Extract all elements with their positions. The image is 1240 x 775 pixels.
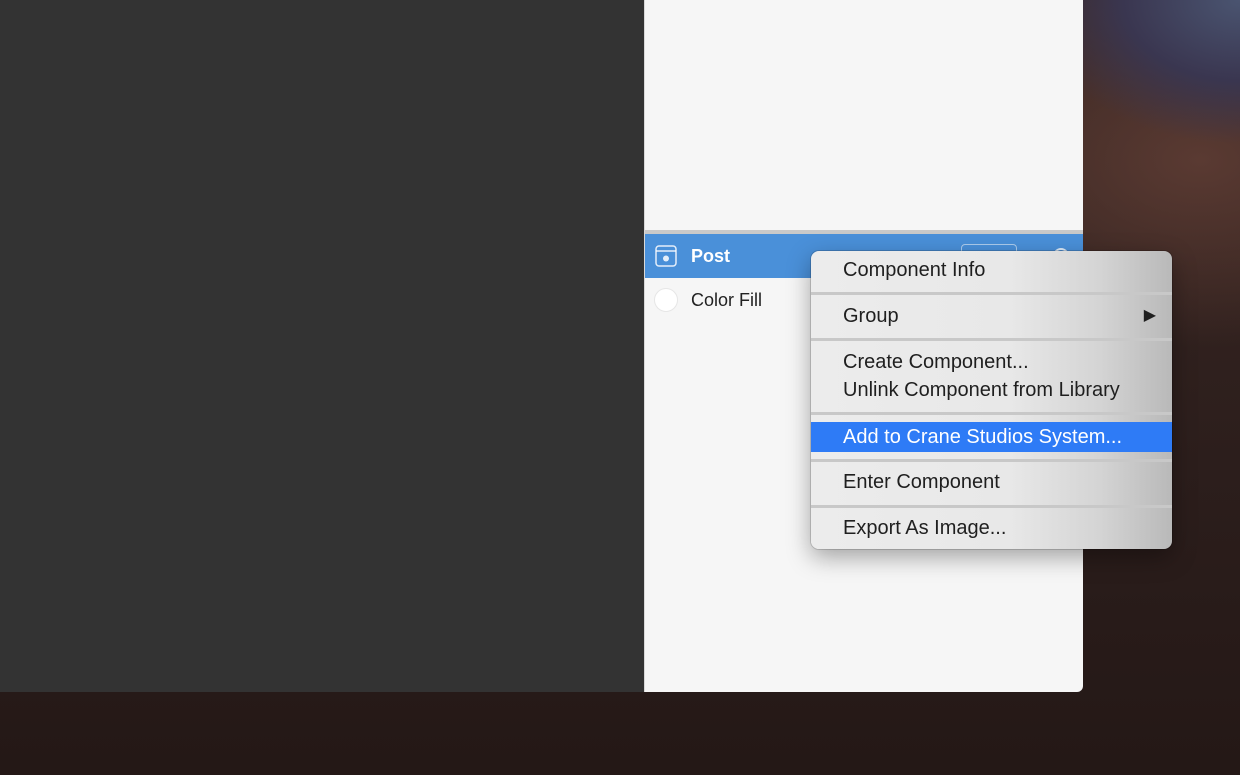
canvas-area[interactable] [0, 0, 644, 692]
menu-item-label: Enter Component [843, 471, 1000, 493]
menu-item-label: Component Info [843, 259, 986, 281]
menu-separator [811, 412, 1172, 415]
menu-item-label: Export As Image... [843, 517, 1007, 539]
layer-label: Post [691, 245, 731, 266]
menu-item-add-to-system[interactable]: Add to Crane Studios System... [811, 422, 1172, 452]
menu-item-unlink-component[interactable]: Unlink Component from Library [811, 375, 1172, 405]
menu-item-export-as-image[interactable]: Export As Image... [811, 513, 1172, 543]
menu-separator [811, 505, 1172, 508]
submenu-arrow-icon: ▶ [1143, 307, 1156, 324]
menu-separator [811, 459, 1172, 462]
menu-item-component-info[interactable]: Component Info [811, 255, 1172, 285]
color-fill-swatch-icon [654, 288, 678, 312]
menu-item-create-component[interactable]: Create Component... [811, 347, 1172, 377]
menu-item-label: Unlink Component from Library [843, 379, 1120, 401]
menu-item-label: Add to Crane Studios System... [843, 426, 1123, 448]
context-menu: Component Info Group ▶ Create Component.… [811, 251, 1172, 549]
menu-item-group[interactable]: Group ▶ [811, 301, 1172, 331]
layer-label: Color Fill [691, 289, 763, 310]
menu-separator [811, 338, 1172, 341]
menu-separator [811, 292, 1172, 295]
menu-item-label: Group [843, 305, 899, 327]
menu-item-enter-component[interactable]: Enter Component [811, 467, 1172, 497]
component-icon [655, 245, 677, 267]
menu-item-label: Create Component... [843, 351, 1029, 373]
